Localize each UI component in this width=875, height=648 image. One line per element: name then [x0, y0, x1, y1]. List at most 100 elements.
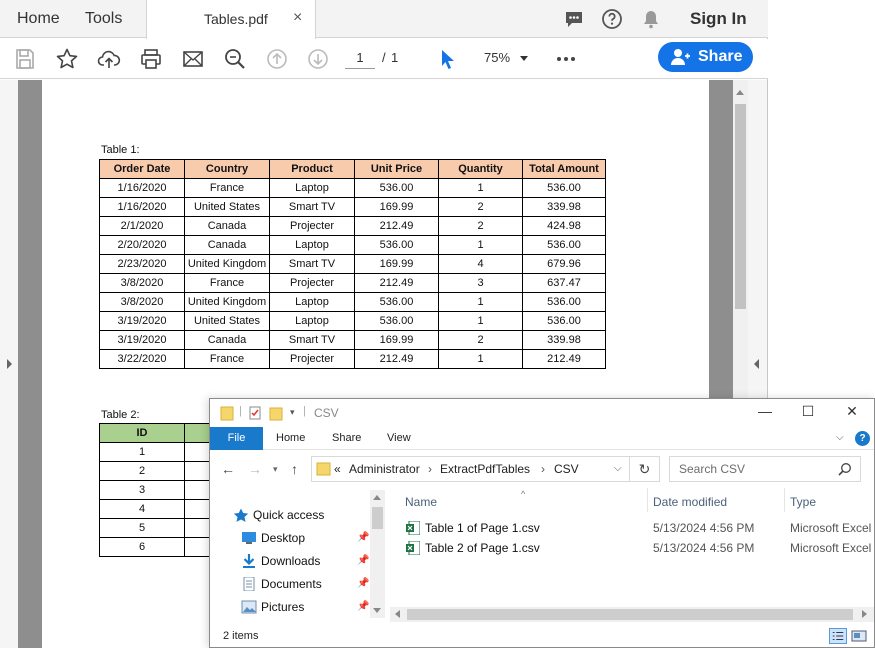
nav-item-pictures[interactable]: Pictures	[261, 600, 304, 614]
column-header-type[interactable]: Type	[790, 495, 816, 509]
mail-icon[interactable]	[181, 47, 205, 71]
ribbon-tab-home[interactable]: Home	[276, 432, 305, 444]
column-divider[interactable]	[647, 488, 648, 512]
page-down-icon[interactable]	[306, 47, 330, 71]
address-separator-icon[interactable]: ›	[541, 462, 545, 476]
more-options-icon[interactable]	[554, 47, 578, 71]
back-arrow-icon[interactable]: ←	[221, 461, 235, 477]
help-icon[interactable]	[601, 8, 623, 30]
qa-dropdown-icon[interactable]: ▾	[290, 407, 295, 418]
page-total: 1	[391, 50, 399, 65]
maximize-button[interactable]: ☐	[796, 403, 820, 423]
ribbon-tabs: File Home Share View ⌵ ?	[210, 427, 874, 450]
documents-icon	[243, 577, 255, 591]
file-date: 5/13/2024 4:56 PM	[653, 521, 755, 535]
table-cell: Smart TV	[269, 330, 355, 350]
address-bar[interactable]: « Administrator › ExtractPdfTables › CSV…	[311, 456, 630, 482]
address-overflow[interactable]: «	[334, 462, 341, 476]
address-dropdown-icon[interactable]: ⌵	[614, 463, 622, 474]
sign-in-button[interactable]: Sign In	[690, 9, 747, 29]
print-icon[interactable]	[139, 47, 163, 71]
zoom-search-icon[interactable]	[223, 47, 247, 71]
search-box[interactable]	[669, 456, 861, 482]
ribbon-expand-chevron-icon[interactable]: ⌵	[836, 432, 844, 443]
horizontal-scroll-thumb[interactable]	[407, 609, 853, 620]
table-row: 2/23/2020 United Kingdom Smart TV 169.99 4 67…	[99, 254, 606, 274]
column-divider[interactable]	[784, 488, 785, 512]
ribbon-tab-file[interactable]: File	[210, 427, 263, 450]
pin-icon[interactable]: 📌	[357, 601, 369, 612]
table-cell: France	[184, 178, 270, 198]
ribbon-tab-view[interactable]: View	[387, 432, 411, 444]
table-cell: 536.00	[522, 235, 606, 255]
comment-icon[interactable]	[563, 8, 585, 30]
tab-home[interactable]: Home	[17, 10, 60, 28]
close-tab-button[interactable]: ×	[293, 9, 302, 27]
document-tab[interactable]: Tables.pdf ×	[146, 0, 316, 39]
tab-tools[interactable]: Tools	[85, 10, 122, 28]
document-scroll-thumb[interactable]	[735, 104, 746, 309]
upload-cloud-icon[interactable]	[97, 47, 121, 71]
save-icon[interactable]	[13, 47, 37, 71]
table-cell: 1	[438, 311, 523, 331]
table1-column-header: Unit Price	[354, 159, 439, 179]
left-panel-toggle[interactable]	[0, 80, 18, 648]
table-row: 3/8/2020 France Projecter 212.49 3 637.47	[99, 273, 606, 293]
pin-icon[interactable]: 📌	[357, 578, 369, 589]
nav-item-downloads[interactable]: Downloads	[261, 554, 320, 568]
table2-column-header: ID	[99, 423, 185, 443]
page-up-icon[interactable]	[265, 47, 289, 71]
up-arrow-icon[interactable]: ↑	[291, 461, 298, 477]
table-cell: 1	[438, 349, 523, 369]
nav-scroll-thumb[interactable]	[372, 507, 383, 529]
pictures-icon	[241, 600, 257, 614]
close-button[interactable]: ✕	[840, 403, 864, 423]
table1-column-header: Order Date	[99, 159, 185, 179]
zoom-level[interactable]: 75%	[484, 50, 510, 65]
recent-locations-icon[interactable]: ▾	[273, 464, 278, 475]
share-label: Share	[698, 48, 743, 65]
column-header-name[interactable]: Name	[405, 495, 437, 509]
nav-item-desktop[interactable]: Desktop	[261, 531, 305, 545]
column-header-date[interactable]: Date modified	[653, 495, 727, 509]
desktop-icon	[242, 532, 256, 544]
table-cell: 3/19/2020	[99, 330, 185, 350]
nav-scroll-up-icon[interactable]	[373, 495, 381, 500]
scroll-right-icon[interactable]	[862, 610, 867, 618]
search-input[interactable]	[671, 458, 831, 480]
table-cell: 1	[438, 235, 523, 255]
bell-icon[interactable]	[640, 8, 662, 30]
star-icon[interactable]	[55, 47, 79, 71]
address-separator-icon[interactable]: ›	[428, 462, 432, 476]
address-segment-administrator[interactable]: Administrator	[349, 462, 420, 476]
minimize-button[interactable]: —	[753, 403, 777, 423]
scroll-up-arrow-icon[interactable]	[736, 90, 744, 95]
zoom-dropdown-caret-icon[interactable]	[520, 56, 528, 61]
table-cell: Canada	[184, 235, 270, 255]
file-list-horizontal-scrollbar[interactable]	[390, 607, 874, 622]
share-button[interactable]: Share	[658, 42, 753, 72]
new-folder-icon[interactable]	[268, 405, 284, 421]
details-view-icon[interactable]	[829, 628, 847, 644]
refresh-button[interactable]: ↻	[630, 456, 660, 482]
help-button[interactable]: ?	[855, 431, 870, 446]
pin-icon[interactable]: 📌	[357, 532, 369, 543]
nav-scroll-down-icon[interactable]	[373, 608, 381, 613]
page-number-input[interactable]	[345, 47, 375, 69]
nav-item-quick-access[interactable]: Quick access	[253, 508, 324, 522]
address-segment-extractpdftables[interactable]: ExtractPdfTables	[440, 462, 530, 476]
nav-pane-scrollbar[interactable]	[370, 490, 385, 618]
nav-item-documents[interactable]: Documents	[261, 577, 322, 591]
table-cell: 339.98	[522, 330, 606, 350]
table-cell: 169.99	[354, 254, 439, 274]
properties-icon[interactable]	[247, 405, 263, 421]
ribbon-tab-share[interactable]: Share	[332, 432, 361, 444]
file-name: Table 1 of Page 1.csv	[425, 521, 540, 535]
table-cell: Laptop	[269, 235, 355, 255]
pin-icon[interactable]: 📌	[357, 555, 369, 566]
large-icons-view-icon[interactable]	[850, 628, 868, 644]
forward-arrow-icon[interactable]: →	[248, 461, 262, 477]
select-cursor-icon[interactable]	[436, 47, 460, 71]
address-segment-csv[interactable]: CSV	[554, 462, 579, 476]
scroll-left-icon[interactable]	[395, 610, 400, 618]
